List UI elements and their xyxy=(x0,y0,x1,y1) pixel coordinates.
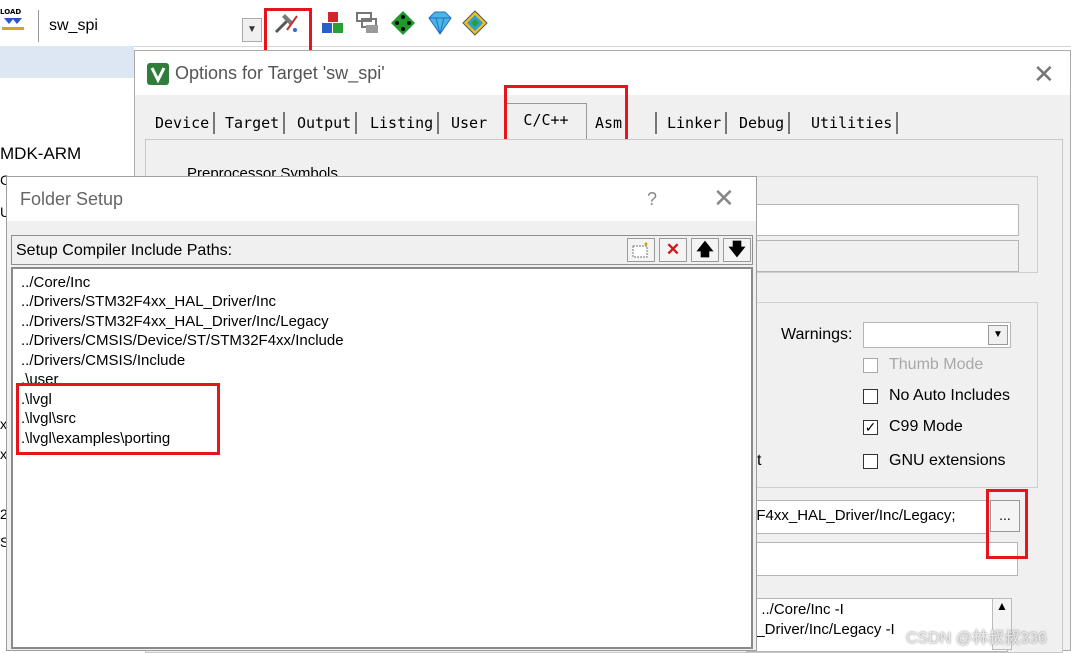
tab-device[interactable]: Device xyxy=(151,112,216,134)
tab-utilities[interactable]: Utilities xyxy=(807,112,899,134)
chevron-down-icon[interactable]: ▼ xyxy=(988,325,1008,345)
new-folder-icon[interactable] xyxy=(627,238,655,262)
target-select[interactable]: sw_spi ▼ xyxy=(38,10,263,42)
manage-components-icon[interactable] xyxy=(320,10,346,36)
misc-controls-input[interactable] xyxy=(746,542,1018,576)
warnings-label: Warnings: xyxy=(781,326,853,343)
tab-linker[interactable]: Linker xyxy=(663,112,728,134)
project-panel-header xyxy=(0,46,134,78)
help-button[interactable]: ? xyxy=(647,189,657,210)
move-down-icon[interactable]: 🡇 xyxy=(723,238,751,262)
select-pack-icon[interactable] xyxy=(390,10,416,36)
c99-mode-checkbox[interactable]: ✓ xyxy=(863,420,878,435)
include-paths-header: Setup Compiler Include Paths: ✕ 🡅 🡇 xyxy=(11,235,753,265)
keil-logo-icon xyxy=(147,63,169,85)
close-icon[interactable]: ✕ xyxy=(1033,59,1055,90)
tab-user[interactable]: User xyxy=(447,112,491,134)
no-auto-includes-label: No Auto Includes xyxy=(889,387,1010,404)
manage-project-icon[interactable] xyxy=(462,10,488,36)
tab-output[interactable]: Output xyxy=(293,112,358,134)
toolbar: LOAD sw_spi ▼ xyxy=(0,0,1071,56)
thumb-mode-label: Thumb Mode xyxy=(889,356,984,373)
highlight-target-options xyxy=(264,8,312,56)
delete-icon[interactable]: ✕ xyxy=(659,238,687,262)
folder-setup-titlebar: Folder Setup ? ✕ xyxy=(7,177,756,221)
options-dialog-title: Options for Target 'sw_spi' xyxy=(175,63,385,83)
undefine-input[interactable] xyxy=(717,240,1019,272)
folder-setup-title: Folder Setup xyxy=(20,189,124,209)
define-input[interactable] xyxy=(717,204,1019,236)
chevron-down-icon[interactable]: ▼ xyxy=(242,18,262,42)
watermark: CSDN @林叔叔336 xyxy=(906,630,1047,647)
c99-mode-label: C99 Mode xyxy=(889,418,963,435)
folder-setup-dialog: Folder Setup ? ✕ Setup Compiler Include … xyxy=(6,176,757,651)
highlight-lvgl-paths xyxy=(16,383,220,455)
move-up-icon[interactable]: 🡅 xyxy=(691,238,719,262)
rte-icon[interactable] xyxy=(427,10,453,36)
include-paths-input[interactable]: 2F4xx_HAL_Driver/Inc/Legacy; xyxy=(746,500,988,534)
include-paths-list: ../Core/Inc ../Drivers/STM32F4xx_HAL_Dri… xyxy=(11,267,753,649)
tab-listing[interactable]: Listing xyxy=(366,112,440,134)
include-paths-value: 2F4xx_HAL_Driver/Inc/Legacy; xyxy=(748,507,956,524)
no-auto-includes-checkbox[interactable] xyxy=(863,389,878,404)
load-icon[interactable]: LOAD xyxy=(0,8,28,34)
compiler-control-line: L_Driver/Inc/Legacy -I xyxy=(748,621,895,638)
close-icon[interactable]: ✕ xyxy=(713,183,735,214)
compiler-control-line: -I ../Core/Inc -I xyxy=(748,601,844,618)
list-item[interactable]: ../Drivers/CMSIS/Device/ST/STM32F4xx/Inc… xyxy=(21,331,344,350)
target-select-value: sw_spi xyxy=(49,17,98,34)
warnings-select[interactable]: ▼ xyxy=(863,322,1011,348)
list-item[interactable]: ../Drivers/STM32F4xx_HAL_Driver/Inc xyxy=(21,292,276,311)
list-item[interactable]: ../Core/Inc xyxy=(21,273,90,292)
highlight-browse-button xyxy=(986,489,1028,559)
option-label-fragment: t xyxy=(757,452,762,469)
gnu-extensions-checkbox[interactable] xyxy=(863,454,878,469)
list-item[interactable]: ../Drivers/STM32F4xx_HAL_Driver/Inc/Lega… xyxy=(21,312,329,331)
project-node-mdk-arm[interactable]: MDK-ARM xyxy=(0,144,81,164)
list-item[interactable]: ../Drivers/CMSIS/Include xyxy=(21,351,185,370)
tab-target[interactable]: Target xyxy=(221,112,286,134)
pack-icon[interactable] xyxy=(355,10,381,36)
include-paths-header-label: Setup Compiler Include Paths: xyxy=(16,242,233,259)
thumb-mode-checkbox[interactable] xyxy=(863,358,878,373)
tab-debug[interactable]: Debug xyxy=(735,112,791,134)
gnu-extensions-label: GNU extensions xyxy=(889,452,1006,469)
